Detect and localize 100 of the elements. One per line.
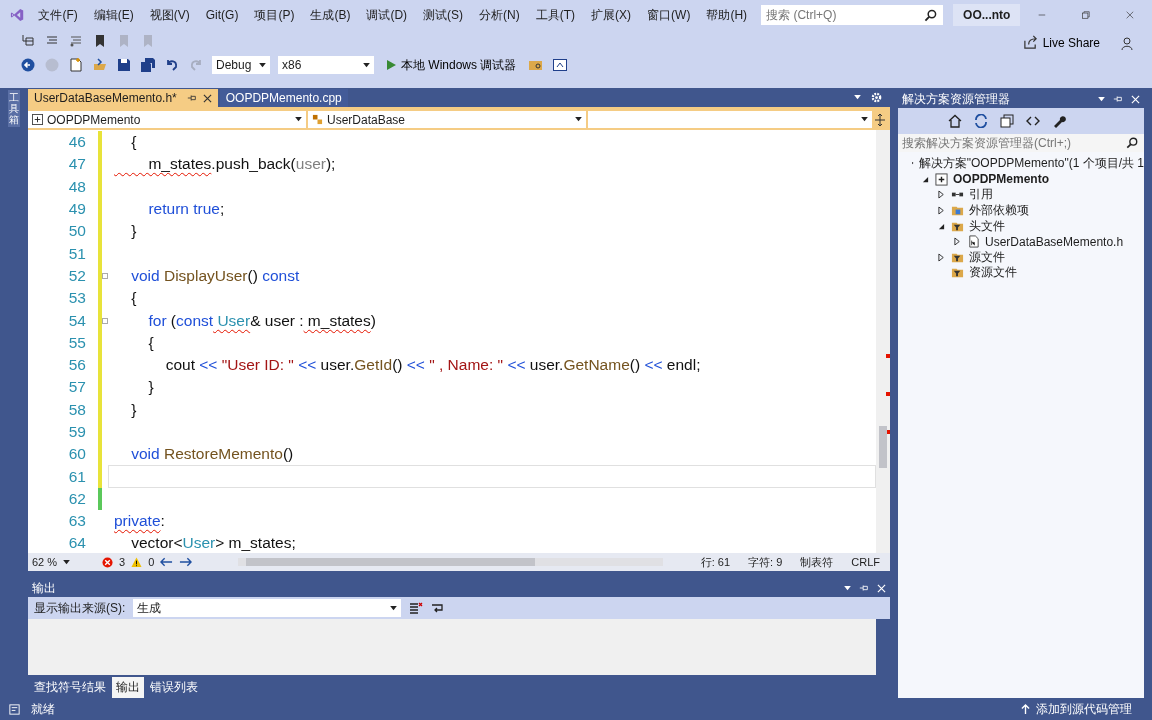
back-arrow-icon[interactable] [160,557,174,567]
line-indicator: 行: 61 [700,554,731,570]
document-tab[interactable]: UserDataBaseMemento.h* [28,89,218,107]
project-dropdown[interactable]: OOPDPMemento [28,111,306,128]
menu-item[interactable]: 帮助(H) [698,6,756,24]
menu-item[interactable]: 扩展(X) [583,6,640,24]
project-icon [935,172,948,186]
pin-icon[interactable] [859,583,869,593]
split-icon[interactable] [874,112,886,127]
collapsed-arrow-icon[interactable] [954,237,961,247]
menu-item[interactable]: 生成(B) [302,6,359,24]
save-icon[interactable] [116,57,132,73]
settings-icon[interactable] [871,92,882,103]
tree-item[interactable]: UserDataBaseMemento.h [985,234,1124,249]
status-text: 就绪 [31,700,55,718]
expanded-arrow-icon[interactable] [938,222,945,230]
toolbox-tab[interactable]: 工具箱 [8,90,20,127]
clear-all-icon[interactable] [409,601,424,615]
back-icon[interactable] [20,57,36,73]
save-all-icon[interactable] [140,57,156,73]
dropdown-arrow-icon[interactable] [63,559,71,565]
scope-dropdown[interactable]: UserDataBase [308,111,586,128]
dropdown-arrow-icon[interactable] [295,117,302,122]
warning-icon[interactable] [131,556,143,568]
error-icon[interactable] [102,556,113,568]
configuration-dropdown[interactable]: Debug [212,56,270,74]
dropdown-arrow-icon[interactable] [844,585,851,591]
line-number: 55 [67,333,87,352]
window-icon[interactable] [552,57,569,73]
panel-tab[interactable]: 错误列表 [146,677,202,698]
dropdown-arrow-icon[interactable] [390,605,398,611]
close-icon[interactable] [202,93,212,103]
code-line: } [130,221,138,242]
collapse-all-icon[interactable] [1000,114,1014,128]
toolbar-icon[interactable] [68,33,84,49]
tree-item[interactable]: 资源文件 [969,264,1017,282]
search-field[interactable]: 搜索 (Ctrl+Q) [761,5,944,25]
expanded-arrow-icon[interactable] [922,175,929,183]
pin-icon[interactable] [1113,94,1123,104]
line-number: 63 [67,512,87,531]
restore-icon[interactable] [1082,9,1091,21]
collapsed-arrow-icon[interactable] [938,190,945,200]
live-share-button[interactable]: Live Share [1020,33,1102,52]
pin-icon[interactable] [186,93,197,103]
collapse-toggle[interactable] [102,317,108,324]
undo-icon[interactable] [164,57,180,73]
collapse-toggle[interactable] [102,272,108,279]
tree-item[interactable]: OOPDPMemento [953,172,1049,187]
code-line: void RestoreMemento() [130,444,295,465]
open-folder-icon[interactable] [92,57,108,73]
tree-item[interactable]: 头文件 [969,217,1005,235]
play-icon [386,60,396,70]
forward-arrow-icon[interactable] [179,557,193,567]
dropdown-arrow-icon[interactable] [363,62,370,68]
source-control-button[interactable]: 添加到源代码管理 [1021,700,1132,718]
share-icon [1022,35,1038,50]
word-wrap-icon[interactable] [431,601,446,615]
header-file-icon [967,235,980,249]
output-source-dropdown[interactable]: 生成 [133,599,402,617]
platform-dropdown[interactable]: x86 [278,56,374,74]
document-tab[interactable]: OOPDPMemento.cpp [219,89,348,107]
dropdown-arrow-icon[interactable] [861,117,868,122]
new-project-icon[interactable] [68,57,84,73]
zoom-dropdown[interactable]: 62 % [32,556,96,568]
menu-item[interactable]: 文件(F) [30,6,86,24]
tree-item[interactable]: 解决方案"OOPDPMemento"(1 个项目/共 1 [918,155,1144,173]
panel-tab[interactable]: 查找符号结果 [30,677,110,698]
panel-tab[interactable]: 输出 [112,677,144,698]
sync-icon[interactable] [974,114,988,128]
horizontal-scrollbar[interactable] [238,558,663,566]
dropdown-arrow-icon[interactable] [575,117,582,122]
wrench-icon[interactable] [1052,114,1066,128]
code-line: vector<User> m_states; [130,533,297,554]
person-icon[interactable] [1120,34,1136,51]
dropdown-arrow-icon[interactable] [259,62,266,68]
tree-item[interactable]: 引用 [969,186,993,204]
redo-icon [188,57,204,73]
menu-item[interactable]: Git(G) [197,8,247,22]
tree-item[interactable]: 源文件 [969,248,1005,266]
menu-item[interactable]: 窗口(W) [639,6,699,24]
explorer-search-field[interactable]: 搜索解决方案资源管理器(Ctrl+;) [898,134,1144,152]
output-window-icon[interactable] [8,702,21,716]
class-icon [312,114,323,125]
toolbar-icon[interactable] [20,33,36,49]
home-icon[interactable] [948,114,962,128]
collapsed-arrow-icon[interactable] [938,252,945,262]
dropdown-arrow-icon[interactable] [854,95,861,100]
menu-item[interactable]: 测试(S) [415,6,472,24]
dropdown-arrow-icon[interactable] [1098,96,1105,102]
menu-item[interactable]: 项目(P) [246,6,303,24]
menu-item[interactable]: 工具(T) [527,6,584,24]
code-icon[interactable] [1026,114,1040,128]
collapsed-arrow-icon[interactable] [938,206,945,216]
menu-item[interactable]: 编辑(E) [85,6,142,24]
menu-item[interactable]: 分析(N) [471,6,528,24]
tree-item[interactable]: 外部依赖项 [969,202,1029,220]
menu-item[interactable]: 调试(D) [358,6,416,24]
run-debugger-button[interactable]: 本地 Windows 调试器 [382,54,521,76]
menu-item[interactable]: 视图(V) [141,6,198,24]
scrollbar[interactable] [876,130,890,553]
